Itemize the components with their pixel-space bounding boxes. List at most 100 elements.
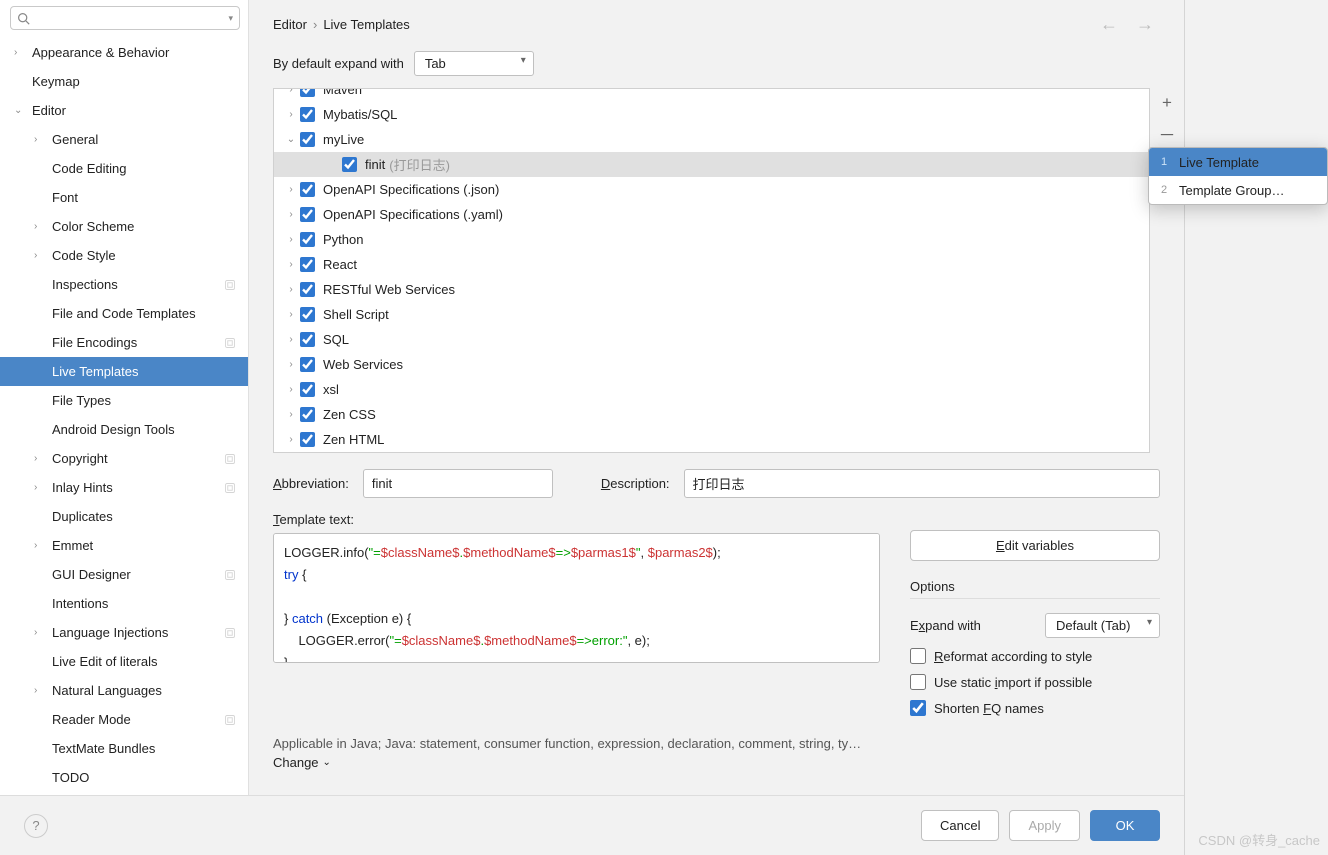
template-text-editor[interactable]: LOGGER.info("=$className$.$methodName$=>…: [273, 533, 880, 663]
sidebar-item-emmet[interactable]: ›Emmet: [0, 531, 248, 560]
edit-variables-button[interactable]: Edit variables: [910, 530, 1160, 561]
template-row[interactable]: ›SQL: [274, 327, 1149, 352]
nav-forward-button[interactable]: →: [1130, 14, 1160, 35]
popup-item[interactable]: 2Template Group…: [1149, 176, 1327, 204]
sidebar-item-reader-mode[interactable]: Reader Mode: [0, 705, 248, 734]
sidebar-item-file-and-code-templates[interactable]: File and Code Templates: [0, 299, 248, 328]
description-input[interactable]: [684, 469, 1160, 498]
template-checkbox[interactable]: [300, 307, 315, 322]
help-button[interactable]: ?: [24, 814, 48, 838]
template-checkbox[interactable]: [300, 432, 315, 447]
template-row[interactable]: ›Mybatis/SQL: [274, 102, 1149, 127]
sidebar-item-gui-designer[interactable]: GUI Designer: [0, 560, 248, 589]
sidebar-item-textmate-bundles[interactable]: TextMate Bundles: [0, 734, 248, 763]
settings-search[interactable]: ▾: [10, 6, 240, 30]
expand-with-option-select[interactable]: Default (Tab): [1045, 613, 1160, 638]
add-template-button[interactable]: +: [1152, 89, 1182, 117]
add-template-popup[interactable]: 1Live Template2Template Group…: [1148, 147, 1328, 205]
template-row[interactable]: ›Maven: [274, 88, 1149, 102]
sidebar-item-code-style[interactable]: ›Code Style: [0, 241, 248, 270]
breadcrumb-parent[interactable]: Editor: [273, 17, 307, 32]
sidebar-item-duplicates[interactable]: Duplicates: [0, 502, 248, 531]
template-checkbox[interactable]: [300, 357, 315, 372]
apply-button[interactable]: Apply: [1009, 810, 1080, 841]
template-checkbox[interactable]: [300, 257, 315, 272]
template-row[interactable]: ›OpenAPI Specifications (.yaml): [274, 202, 1149, 227]
template-checkbox[interactable]: [300, 182, 315, 197]
template-checkbox[interactable]: [300, 232, 315, 247]
template-row[interactable]: ›xsl: [274, 377, 1149, 402]
template-checkbox[interactable]: [300, 282, 315, 297]
sidebar-item-copyright[interactable]: ›Copyright: [0, 444, 248, 473]
template-checkbox[interactable]: [300, 88, 315, 97]
sidebar-item-live-edit-of-literals[interactable]: Live Edit of literals: [0, 647, 248, 676]
template-row[interactable]: ›OpenAPI Specifications (.json): [274, 177, 1149, 202]
sidebar-item-inspections[interactable]: Inspections: [0, 270, 248, 299]
template-row[interactable]: ›Zen CSS: [274, 402, 1149, 427]
template-checkbox[interactable]: [300, 332, 315, 347]
template-row[interactable]: ›Web Services: [274, 352, 1149, 377]
expand-icon[interactable]: ⌄: [282, 134, 300, 145]
sidebar-item-label: File Encodings: [52, 335, 137, 350]
expand-icon[interactable]: ›: [282, 88, 300, 95]
nav-back-button[interactable]: ←: [1094, 14, 1124, 35]
sidebar-item-file-types[interactable]: File Types: [0, 386, 248, 415]
template-row[interactable]: ›RESTful Web Services: [274, 277, 1149, 302]
sidebar-item-language-injections[interactable]: ›Language Injections: [0, 618, 248, 647]
ok-button[interactable]: OK: [1090, 810, 1160, 841]
sidebar-item-intentions[interactable]: Intentions: [0, 589, 248, 618]
sidebar-item-general[interactable]: ›General: [0, 125, 248, 154]
template-checkbox[interactable]: [300, 207, 315, 222]
options-label: Options: [910, 579, 1160, 599]
expand-icon[interactable]: ›: [282, 359, 300, 370]
reformat-option[interactable]: Reformat according to style: [910, 648, 1160, 664]
cancel-button[interactable]: Cancel: [921, 810, 999, 841]
sidebar-item-font[interactable]: Font: [0, 183, 248, 212]
expand-icon[interactable]: ›: [282, 409, 300, 420]
popup-item[interactable]: 1Live Template: [1149, 148, 1327, 176]
gear-icon: [224, 453, 236, 465]
template-checkbox[interactable]: [300, 407, 315, 422]
expand-icon[interactable]: ›: [282, 234, 300, 245]
template-row[interactable]: finit(打印日志): [274, 152, 1149, 177]
template-checkbox[interactable]: [300, 382, 315, 397]
expand-icon[interactable]: ›: [282, 309, 300, 320]
template-checkbox[interactable]: [342, 157, 357, 172]
static-import-option[interactable]: Use static import if possible: [910, 674, 1160, 690]
expand-icon[interactable]: ›: [282, 259, 300, 270]
template-checkbox[interactable]: [300, 107, 315, 122]
settings-tree[interactable]: ›Appearance & BehaviorKeymap⌄Editor›Gene…: [0, 36, 248, 795]
settings-search-input[interactable]: [34, 11, 224, 25]
expand-icon[interactable]: ›: [282, 109, 300, 120]
sidebar-item-keymap[interactable]: Keymap: [0, 67, 248, 96]
sidebar-item-todo[interactable]: TODO: [0, 763, 248, 792]
expand-icon[interactable]: ›: [282, 209, 300, 220]
sidebar-item-code-editing[interactable]: Code Editing: [0, 154, 248, 183]
sidebar-item-appearance-behavior[interactable]: ›Appearance & Behavior: [0, 38, 248, 67]
sidebar-item-android-design-tools[interactable]: Android Design Tools: [0, 415, 248, 444]
expand-icon[interactable]: ›: [282, 434, 300, 445]
template-list[interactable]: ›Maven›Mybatis/SQL⌄myLivefinit(打印日志)›Ope…: [273, 88, 1150, 453]
sidebar-item-file-encodings[interactable]: File Encodings: [0, 328, 248, 357]
expand-icon[interactable]: ›: [282, 284, 300, 295]
template-row[interactable]: ›React: [274, 252, 1149, 277]
template-checkbox[interactable]: [300, 132, 315, 147]
remove-template-button[interactable]: －: [1152, 119, 1182, 147]
change-context-link[interactable]: Change ⌄: [249, 755, 1184, 780]
dropdown-icon[interactable]: ▾: [228, 13, 233, 24]
template-row[interactable]: ›Zen HTML: [274, 427, 1149, 452]
template-row[interactable]: ⌄myLive: [274, 127, 1149, 152]
expand-icon[interactable]: ›: [282, 334, 300, 345]
abbreviation-input[interactable]: [363, 469, 553, 498]
template-row[interactable]: ›Shell Script: [274, 302, 1149, 327]
expand-icon[interactable]: ›: [282, 184, 300, 195]
sidebar-item-natural-languages[interactable]: ›Natural Languages: [0, 676, 248, 705]
expand-with-select[interactable]: Tab: [414, 51, 534, 76]
sidebar-item-inlay-hints[interactable]: ›Inlay Hints: [0, 473, 248, 502]
sidebar-item-color-scheme[interactable]: ›Color Scheme: [0, 212, 248, 241]
sidebar-item-live-templates[interactable]: Live Templates: [0, 357, 248, 386]
shorten-fq-option[interactable]: Shorten FQ names: [910, 700, 1160, 716]
template-row[interactable]: ›Python: [274, 227, 1149, 252]
sidebar-item-editor[interactable]: ⌄Editor: [0, 96, 248, 125]
expand-icon[interactable]: ›: [282, 384, 300, 395]
